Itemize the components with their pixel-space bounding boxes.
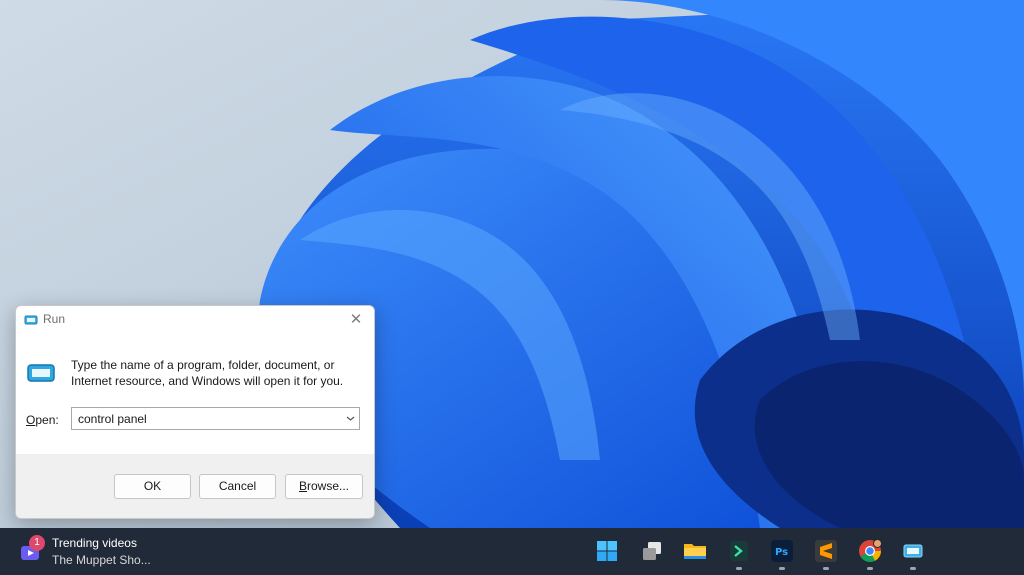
file-explorer-icon <box>684 544 706 559</box>
chevron-down-icon[interactable] <box>346 415 355 422</box>
photoshop-icon: Ps <box>771 540 793 562</box>
notification-badge: 1 <box>29 535 45 551</box>
description-line-1: Type the name of a program, folder, docu… <box>71 358 335 372</box>
widget-subtitle: The Muppet Sho... <box>52 553 151 567</box>
widget-title: Trending videos <box>52 536 137 550</box>
open-input[interactable]: control panel <box>78 412 147 426</box>
running-indicator <box>867 567 873 570</box>
close-button[interactable]: ✕ <box>338 306 374 334</box>
svg-text:Ps: Ps <box>775 547 788 558</box>
browse-button[interactable]: Browse... <box>285 474 363 499</box>
close-icon: ✕ <box>349 311 363 328</box>
cancel-button[interactable]: Cancel <box>199 474 276 499</box>
task-view-button[interactable] <box>637 536 667 566</box>
open-label-text: pen: <box>35 413 59 427</box>
open-combobox[interactable]: control panel <box>71 407 360 430</box>
running-indicator <box>779 567 785 570</box>
open-label-accelerator: O <box>26 413 36 427</box>
run-app-icon <box>903 544 923 558</box>
run-program-icon <box>27 364 55 382</box>
terminal-app-button[interactable] <box>724 536 754 570</box>
run-app-icon <box>24 315 38 325</box>
run-app-button[interactable] <box>898 536 928 570</box>
browse-accelerator: B <box>298 479 307 493</box>
description-line-2: Internet resource, and Windows will open… <box>71 374 344 388</box>
browse-label: rowse... <box>307 479 350 493</box>
run-dialog-title: Run <box>43 312 66 326</box>
running-indicator <box>736 567 742 570</box>
taskbar: 1 Trending videos The Muppet Sho... Ps <box>0 528 1024 575</box>
terminal-app-icon <box>730 541 748 561</box>
run-dialog: Run ✕ Type the name of a program, folder… <box>15 305 375 519</box>
file-explorer-button[interactable] <box>680 536 710 566</box>
chrome-icon <box>859 539 882 562</box>
task-view-icon <box>643 542 661 560</box>
run-description: Type the name of a program, folder, docu… <box>71 357 361 389</box>
chrome-button[interactable] <box>855 536 885 570</box>
sublime-text-button[interactable] <box>811 536 841 570</box>
ok-button[interactable]: OK <box>114 474 191 499</box>
windows-start-icon <box>597 541 617 561</box>
run-dialog-titlebar[interactable]: Run ✕ <box>16 306 374 334</box>
running-indicator <box>823 567 829 570</box>
open-label: Open: <box>26 413 59 427</box>
sublime-text-icon <box>815 540 837 562</box>
running-indicator <box>910 567 916 570</box>
start-button[interactable] <box>592 536 622 566</box>
photoshop-button[interactable]: Ps <box>767 536 797 570</box>
